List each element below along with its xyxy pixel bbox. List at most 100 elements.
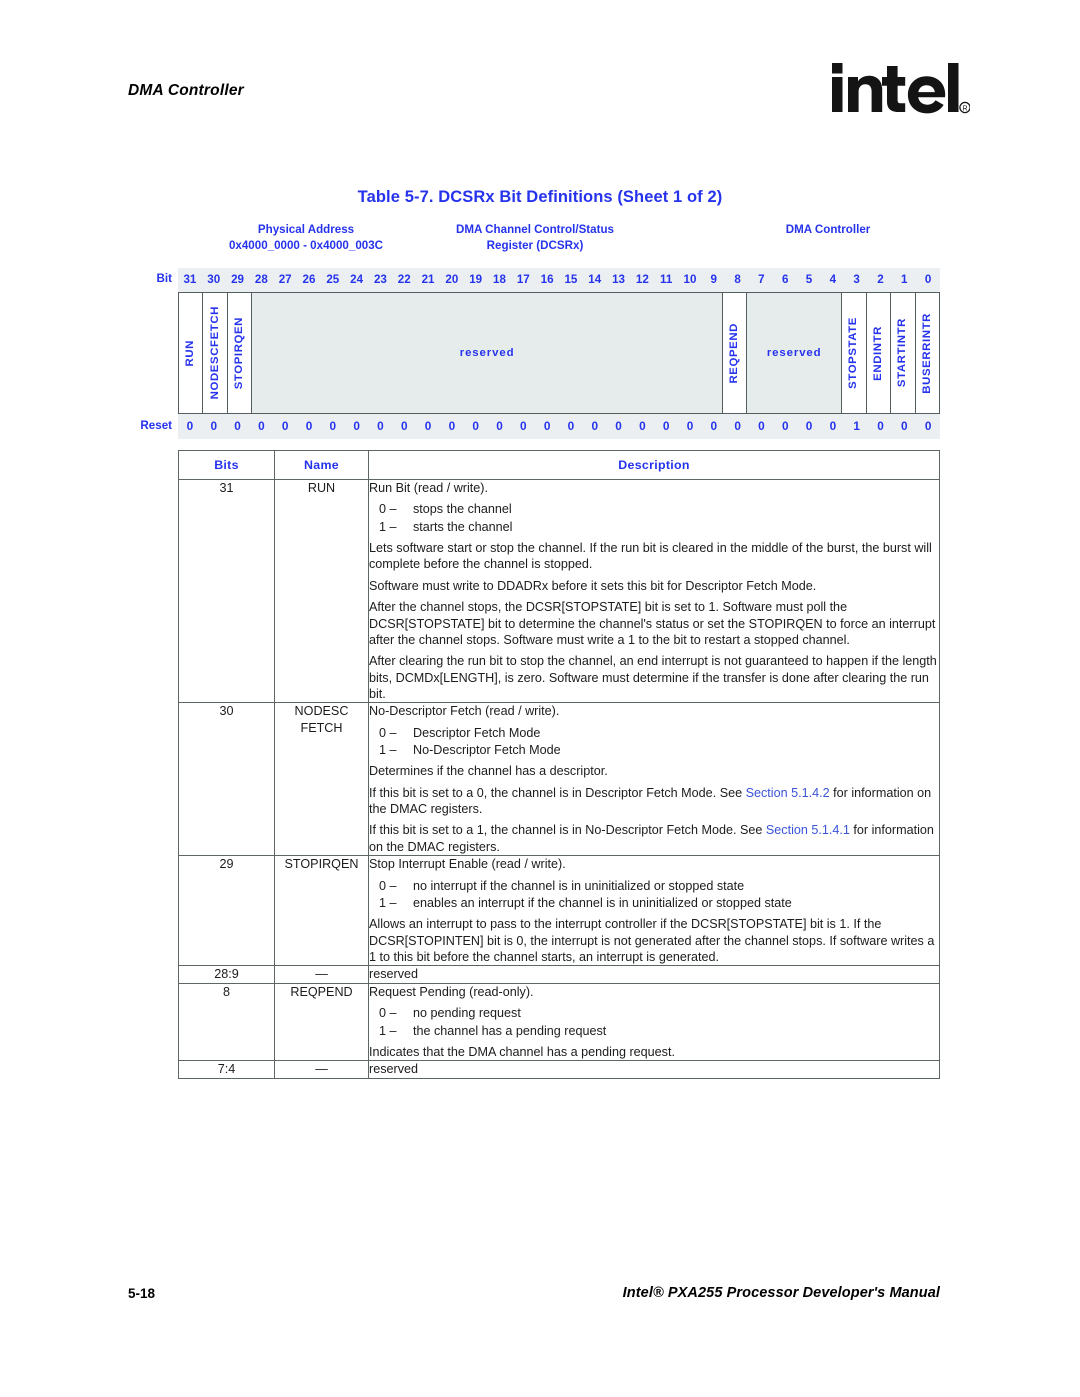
- bit-number-26: 26: [302, 273, 316, 286]
- reset-value-bit-1: 0: [901, 419, 908, 433]
- table-header-row: Bits Name Description: [178, 450, 940, 480]
- cell-name: STOPIRQEN: [274, 855, 369, 967]
- bit-value-list: 0 – no pending request 1 – the channel has …: [369, 1005, 939, 1039]
- bit-field-stopirqen: STOPIRQEN: [227, 293, 253, 413]
- bit-value-text: no pending request: [413, 1006, 521, 1021]
- table-row: 29 STOPIRQEN Stop Interrupt Enable (read /…: [178, 855, 940, 967]
- bit-value-key: 1 –: [379, 743, 397, 758]
- bit-number-18: 18: [493, 273, 506, 286]
- document-page: DMA Controller R Table 5-7. DCSRx Bit De…: [0, 0, 1080, 1397]
- bit-number-2: 2: [877, 273, 884, 286]
- reset-value-bit-0: 0: [924, 419, 932, 433]
- reset-value-bit-16: 0: [543, 419, 551, 433]
- cell-bits: 8: [178, 982, 275, 1062]
- bit-number-21: 21: [421, 273, 435, 286]
- bit-value-list: 0 – no interrupt if the channel is in uni…: [369, 878, 939, 912]
- bit-number-8: 8: [734, 273, 741, 286]
- section-cross-reference-link[interactable]: Section 5.1.4.2: [746, 786, 830, 800]
- register-diagram: Physical Address 0x4000_0000 - 0x4000_00…: [140, 222, 940, 439]
- bit-number-20: 20: [445, 273, 459, 286]
- reset-value-bit-30: 0: [210, 419, 217, 433]
- bit-field-label: reserved: [766, 347, 822, 359]
- cell-description: Stop Interrupt Enable (read / write). 0 –…: [368, 855, 940, 967]
- cell-name-line: FETCH: [300, 720, 343, 735]
- reset-value-bit-3: 1: [853, 419, 860, 433]
- reset-value-strip: Reset 0 0 0 0 0 0 0 0 0 0 0 0 0 0 0 0 0 0 0 0 0 0 0 0 0 0 0 0 1 0 0 0: [140, 414, 940, 439]
- cell-name: —: [274, 965, 369, 984]
- bit-value-key: 1 –: [379, 1023, 397, 1038]
- bit-field-label: BUSERRINTR: [920, 312, 933, 394]
- register-physical-address: Physical Address 0x4000_0000 - 0x4000_00…: [228, 223, 384, 253]
- bit-field-stopstate: STOPSTATE: [842, 293, 867, 413]
- bit-field-label: STOPSTATE: [847, 317, 860, 389]
- description-paragraph: Lets software start or stop the channel.…: [369, 541, 932, 572]
- reset-value-bit-4: 0: [829, 419, 837, 433]
- cell-description: No-Descriptor Fetch (read / write). 0 – De…: [368, 702, 940, 857]
- register-unit-title: DMA Controller: [785, 223, 871, 236]
- bit-number-11: 11: [660, 273, 673, 286]
- reset-value-bit-21: 0: [424, 419, 432, 433]
- bit-number-28: 28: [254, 273, 268, 286]
- description-lead: No-Descriptor Fetch (read / write).: [369, 704, 560, 719]
- section-cross-reference-link[interactable]: Section 5.1.4.1: [766, 823, 850, 837]
- bit-number-31: 31: [183, 273, 197, 286]
- bit-field-row: RUN NODESCFETCH STOPIRQEN reserved REQPEND re…: [178, 292, 940, 414]
- reset-value-bit-11: 0: [662, 419, 670, 433]
- bit-number-15: 15: [564, 273, 578, 286]
- bit-value-item: 1 – starts the channel: [369, 519, 939, 535]
- bit-number-27: 27: [278, 273, 292, 286]
- register-name-title: DMA Channel Control/Status Register (DCS…: [455, 223, 614, 253]
- table-row: 30 NODESC FETCH No-Descriptor Fetch (read /…: [178, 702, 940, 857]
- bit-number-25: 25: [326, 273, 340, 286]
- bit-number-13: 13: [612, 273, 625, 286]
- bit-number-30: 30: [207, 273, 221, 286]
- bit-field-label: REQPEND: [727, 322, 740, 384]
- reset-value-bit-15: 0: [567, 419, 575, 433]
- cell-bits: 29: [178, 855, 275, 967]
- reset-value-bit-24: 0: [353, 419, 360, 433]
- reset-value-bit-6: 0: [781, 419, 789, 433]
- bit-value-item: 0 – Descriptor Fetch Mode: [369, 725, 939, 741]
- bit-field-label: reserved: [459, 347, 515, 359]
- bit-value-text: No-Descriptor Fetch Mode: [413, 743, 561, 758]
- reset-value-bit-19: 0: [472, 419, 479, 433]
- bit-value-item: 0 – no interrupt if the channel is in uni…: [369, 878, 939, 894]
- description-paragraph: If this bit is set to a 0, the channel i…: [369, 785, 932, 817]
- bit-number-cells: 31 30 29 28 27 26 25 24 23 22 21 20 19 18 17 16 15 14 13 12…: [178, 268, 940, 292]
- reset-value-bit-13: 0: [615, 419, 622, 433]
- bit-number-24: 24: [350, 273, 364, 286]
- bit-number-14: 14: [588, 273, 602, 286]
- reset-value-bit-23: 0: [377, 419, 384, 433]
- bit-value-item: 0 – no pending request: [369, 1005, 939, 1021]
- bit-field-label: STOPIRQEN: [232, 316, 245, 390]
- cell-description: reserved: [368, 965, 940, 984]
- reset-value-bit-25: 0: [329, 419, 337, 433]
- reset-value-bit-28: 0: [258, 419, 265, 433]
- bit-value-text: no interrupt if the channel is in uninit…: [413, 878, 745, 893]
- reset-value-bit-20: 0: [448, 419, 456, 433]
- cell-name: NODESC FETCH: [274, 702, 369, 857]
- bit-number-29: 29: [231, 273, 244, 286]
- intel-logo: R: [830, 57, 970, 119]
- bit-value-key: 0 –: [379, 502, 397, 517]
- table-row: 8 REQPEND Request Pending (read-only). 0 – n…: [178, 982, 940, 1062]
- reset-value-bit-5: 0: [805, 419, 813, 433]
- table-row: 7:4— reserved: [178, 1060, 940, 1079]
- cell-description: Run Bit (read / write). 0 – stops the chan…: [368, 478, 940, 704]
- bit-number-4: 4: [829, 273, 837, 286]
- bit-number-17: 17: [516, 273, 530, 286]
- reset-value-bit-17: 0: [520, 419, 527, 433]
- description-lead: Request Pending (read-only).: [369, 984, 534, 999]
- cell-name: RUN: [274, 478, 369, 704]
- bit-number-19: 19: [469, 273, 483, 286]
- bit-value-item: 1 – enables an interrupt if the channel i…: [369, 895, 939, 911]
- bit-value-key: 1 –: [379, 895, 397, 910]
- description-paragraph: After clearing the run bit to stop the c…: [369, 654, 937, 701]
- bit-number-9: 9: [710, 273, 717, 286]
- description-paragraph: Determines if the channel has a descript…: [369, 764, 608, 779]
- footer-page-number: 5-18: [128, 1286, 156, 1301]
- register-titles: Physical Address 0x4000_0000 - 0x4000_00…: [178, 222, 940, 268]
- bit-field-run: RUN: [179, 293, 204, 413]
- bit-value-text: Descriptor Fetch Mode: [413, 725, 541, 740]
- bit-field-buserrintr: BUSERRINTR: [915, 293, 939, 413]
